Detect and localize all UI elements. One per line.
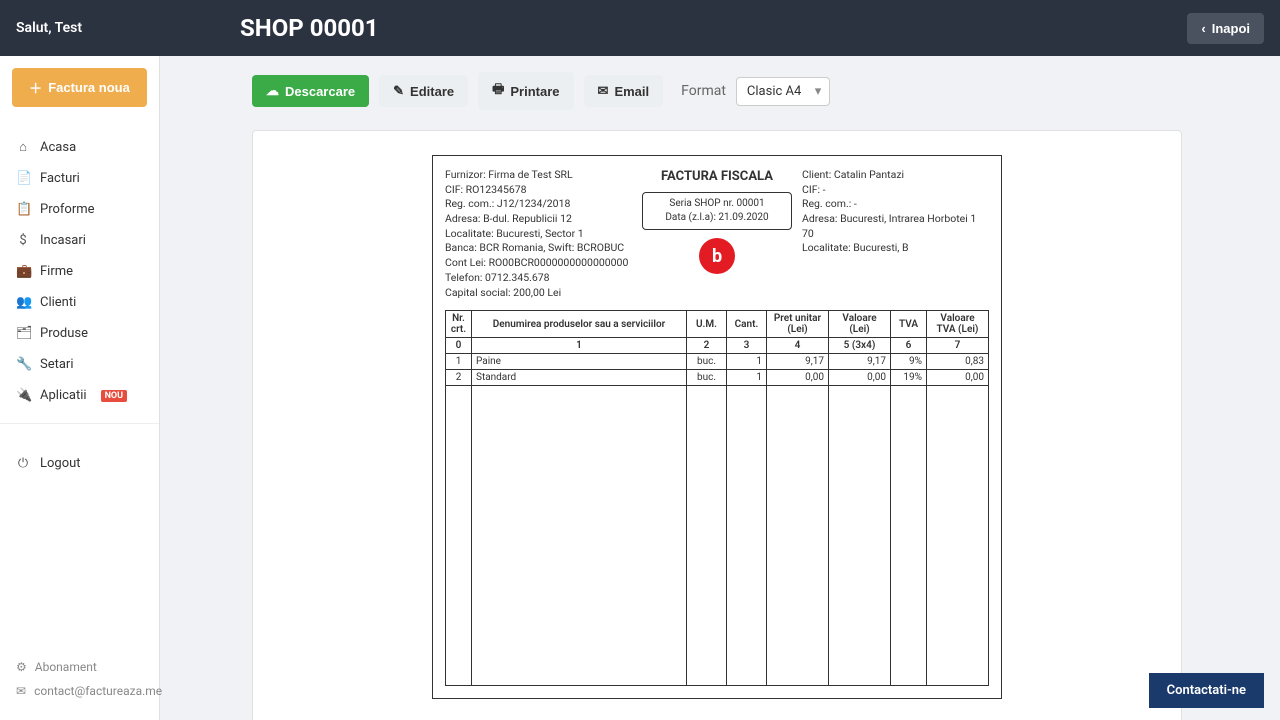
subscription-link[interactable]: ⚙Abonament	[16, 660, 143, 674]
contact-email-link[interactable]: ✉contact@factureaza.me	[16, 684, 143, 698]
plug-icon: 🔌	[16, 388, 30, 403]
sidebar-item-incasari[interactable]: $Incasari	[0, 225, 159, 256]
sidebar-item-facturi[interactable]: 📄Facturi	[0, 163, 159, 194]
power-icon: ⏻	[16, 456, 30, 471]
sidebar-list: ⌂Acasa 📄Facturi 📋Proforme $Incasari 💼Fir…	[0, 131, 159, 411]
contact-us-button[interactable]: Contactati-ne	[1149, 673, 1264, 708]
print-button[interactable]: 🖶Printare	[478, 72, 573, 110]
mail-icon: ✉	[16, 684, 26, 698]
products-icon: 🗂	[16, 326, 30, 341]
page-title: SHOP 00001	[240, 14, 379, 42]
gear-icon: ⚙	[16, 660, 27, 674]
printer-icon: 🖶	[492, 80, 504, 102]
sidebar: ＋ Factura noua ⌂Acasa 📄Facturi 📋Proforme…	[0, 56, 160, 720]
clients-icon: 👥	[16, 295, 30, 310]
new-invoice-label: Factura noua	[48, 80, 130, 95]
invoice-icon: 📄	[16, 171, 30, 186]
invoice-page: Furnizor: Firma de Test SRL CIF: RO12345…	[432, 155, 1002, 699]
sidebar-item-setari[interactable]: 🔧Setari	[0, 349, 159, 380]
sidebar-item-produse[interactable]: 🗂Produse	[0, 318, 159, 349]
email-button[interactable]: ✉Email	[584, 75, 664, 107]
pencil-icon: ✎	[393, 83, 404, 99]
wrench-icon: 🔧	[16, 357, 30, 372]
invoice-preview-card: Furnizor: Firma de Test SRL CIF: RO12345…	[252, 130, 1182, 720]
back-button[interactable]: ‹ Inapoi	[1187, 13, 1264, 44]
table-row: 1 Paine buc. 1 9,17 9,17 9% 0,83	[446, 354, 989, 370]
sidebar-item-firme[interactable]: 💼Firme	[0, 256, 159, 287]
download-button[interactable]: ☁Descarcare	[252, 75, 369, 107]
table-header-row: Nr. crt. Denumirea produselor sau a serv…	[446, 311, 989, 338]
table-empty-space	[446, 386, 989, 686]
chevron-left-icon: ‹	[1201, 21, 1205, 36]
plus-icon: ＋	[29, 78, 42, 97]
home-icon: ⌂	[16, 139, 30, 155]
sidebar-item-clienti[interactable]: 👥Clienti	[0, 287, 159, 318]
invoice-heading: FACTURA FISCALA	[642, 168, 792, 186]
envelope-icon: ✉	[598, 83, 609, 99]
briefcase-icon: 💼	[16, 264, 30, 279]
table-row: 2 Standard buc. 1 0,00 0,00 19% 0,00	[446, 370, 989, 386]
table-index-row: 0 1 2 3 4 5 (3x4) 6 7	[446, 338, 989, 354]
format-label: Format	[681, 83, 726, 99]
greeting: Salut, Test	[16, 20, 160, 36]
topbar: Salut, Test SHOP 00001 ‹ Inapoi	[0, 0, 1280, 56]
new-badge: NOU	[101, 390, 128, 402]
sidebar-item-aplicatii[interactable]: 🔌AplicatiiNOU	[0, 380, 159, 411]
sidebar-footer: ⚙Abonament ✉contact@factureaza.me	[0, 648, 159, 720]
invoice-title-block: FACTURA FISCALA Seria SHOP nr. 00001 Dat…	[642, 168, 792, 300]
proforma-icon: 📋	[16, 202, 30, 217]
money-icon: $	[16, 233, 30, 248]
back-button-label: Inapoi	[1212, 21, 1250, 36]
main-content: ☁Descarcare ✎Editare 🖶Printare ✉Email Fo…	[160, 56, 1280, 720]
edit-button[interactable]: ✎Editare	[379, 75, 468, 107]
format-select[interactable]: Clasic A4	[736, 77, 830, 106]
sidebar-item-acasa[interactable]: ⌂Acasa	[0, 131, 159, 163]
toolbar: ☁Descarcare ✎Editare 🖶Printare ✉Email Fo…	[252, 72, 1256, 110]
client-block: Client: Catalin Pantazi CIF: - Reg. com.…	[802, 168, 989, 300]
supplier-block: Furnizor: Firma de Test SRL CIF: RO12345…	[445, 168, 632, 300]
invoice-table: Nr. crt. Denumirea produselor sau a serv…	[445, 310, 989, 686]
cloud-download-icon: ☁	[266, 83, 279, 99]
new-invoice-button[interactable]: ＋ Factura noua	[12, 68, 147, 107]
sidebar-item-logout[interactable]: ⏻Logout	[0, 448, 159, 479]
brand-logo-icon: b	[699, 238, 735, 274]
sidebar-item-proforme[interactable]: 📋Proforme	[0, 194, 159, 225]
